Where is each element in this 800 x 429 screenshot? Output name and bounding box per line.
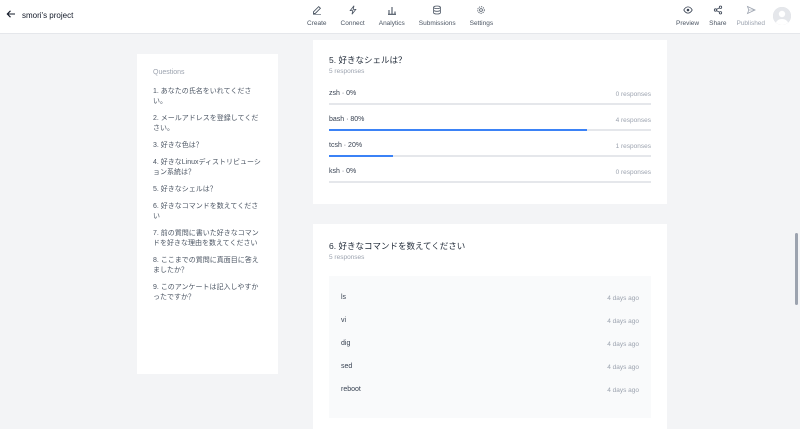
send-icon — [746, 5, 756, 17]
page-scrollbar[interactable] — [795, 233, 798, 305]
list-item: dig 4 days ago — [341, 340, 639, 354]
response-time: 4 days ago — [607, 341, 639, 348]
answer-option: tcsh · 20% 1 responses — [329, 142, 651, 168]
nav-submissions-label: Submissions — [418, 20, 456, 27]
question-title: 6. 好きなコマンドを数えてください — [329, 241, 466, 251]
response-count: 5 responses — [329, 68, 365, 75]
bar-chart-icon — [387, 5, 397, 17]
top-bar: smori's project Create Connect Analytics… — [0, 0, 800, 34]
share-icon — [713, 5, 723, 17]
response-text: dig — [341, 340, 351, 347]
option-count: 1 responses — [615, 143, 651, 150]
option-count: 0 responses — [615, 169, 651, 176]
response-time: 4 days ago — [607, 387, 639, 394]
list-item: sed 4 days ago — [341, 363, 639, 377]
arrow-left-icon — [6, 9, 16, 21]
question-link-9[interactable]: 9. このアンケートは記入しやすかったですか？ — [153, 283, 263, 303]
question-link-2[interactable]: 2. メールアドレスを登録してください。 — [153, 114, 263, 134]
answer-option: bash · 80% 4 responses — [329, 116, 651, 142]
share-button[interactable]: Share — [709, 5, 726, 27]
avatar[interactable] — [773, 7, 791, 25]
option-bar-track — [329, 155, 651, 157]
main-nav: Create Connect Analytics Submissions Set… — [307, 5, 493, 27]
option-label: bash · 80% — [329, 116, 365, 123]
question-link-5[interactable]: 5. 好きなシェルは？ — [153, 185, 263, 195]
question-link-8[interactable]: 8. ここまでの質問に真面目に答えましたか？ — [153, 256, 263, 276]
option-bar-track — [329, 103, 651, 105]
list-item: reboot 4 days ago — [341, 386, 639, 400]
response-text: vi — [341, 317, 347, 324]
nav-create[interactable]: Create — [307, 5, 327, 27]
question-link-7[interactable]: 7. 前の質問に書いた好きなコマンドを好きな理由を数えてください — [153, 229, 263, 249]
option-label: zsh · 0% — [329, 90, 357, 97]
nav-analytics-label: Analytics — [378, 20, 405, 27]
option-count: 0 responses — [615, 91, 651, 98]
nav-settings-label: Settings — [469, 20, 494, 27]
lightning-icon — [348, 5, 358, 17]
response-count: 5 responses — [329, 254, 365, 261]
response-time: 4 days ago — [607, 295, 639, 302]
option-bar-fill — [329, 155, 394, 157]
question-link-4[interactable]: 4. 好きなLinuxディストリビューション系統は？ — [153, 158, 263, 178]
nav-connect-label: Connect — [340, 20, 365, 27]
question-6-card: 6. 好きなコマンドを数えてください 5 responses ls 4 days… — [313, 224, 667, 429]
nav-settings[interactable]: Settings — [469, 5, 494, 27]
gear-icon — [476, 5, 486, 17]
question-list: 1. あなたの氏名をいれてください。 2. メールアドレスを登録してください。 … — [153, 87, 263, 310]
nav-create-label: Create — [307, 20, 327, 27]
option-label: ksh · 0% — [329, 168, 357, 175]
question-link-1[interactable]: 1. あなたの氏名をいれてください。 — [153, 87, 263, 107]
sidebar-title: Questions — [153, 69, 185, 76]
header-actions: Preview Share Published — [676, 5, 765, 27]
nav-submissions[interactable]: Submissions — [419, 5, 456, 27]
nav-connect[interactable]: Connect — [341, 5, 365, 27]
response-time: 4 days ago — [607, 364, 639, 371]
response-list: ls 4 days ago vi 4 days ago dig 4 days a… — [329, 276, 651, 418]
database-icon — [432, 5, 442, 17]
nav-analytics[interactable]: Analytics — [379, 5, 405, 27]
question-5-card: 5. 好きなシェルは？ 5 responses zsh · 0% 0 respo… — [313, 40, 667, 204]
answer-option: ksh · 0% 0 responses — [329, 168, 651, 194]
option-bar-fill — [329, 129, 587, 131]
list-item: vi 4 days ago — [341, 317, 639, 331]
response-text: ls — [341, 294, 347, 301]
edit-icon — [312, 5, 322, 17]
share-label: Share — [709, 20, 727, 27]
response-time: 4 days ago — [607, 318, 639, 325]
question-link-6[interactable]: 6. 好きなコマンドを数えてください — [153, 202, 263, 222]
option-bar-track — [329, 181, 651, 183]
response-text: sed — [341, 363, 353, 370]
answer-option: zsh · 0% 0 responses — [329, 90, 651, 116]
option-label: tcsh · 20% — [329, 142, 363, 149]
published-button[interactable]: Published — [736, 5, 765, 27]
eye-icon — [682, 5, 693, 17]
questions-sidebar: Questions 1. あなたの氏名をいれてください。 2. メールアドレスを… — [137, 54, 278, 374]
question-link-3[interactable]: 3. 好きな色は？ — [153, 141, 263, 151]
back-to-project[interactable]: smori's project — [6, 9, 73, 21]
project-title: smori's project — [22, 10, 74, 20]
list-item: ls 4 days ago — [341, 294, 639, 308]
option-bar-track — [329, 129, 651, 131]
response-text: reboot — [341, 386, 361, 393]
preview-label: Preview — [676, 20, 700, 27]
preview-button[interactable]: Preview — [676, 5, 699, 27]
question-title: 5. 好きなシェルは？ — [329, 55, 407, 65]
published-label: Published — [736, 20, 766, 27]
option-count: 4 responses — [615, 117, 651, 124]
